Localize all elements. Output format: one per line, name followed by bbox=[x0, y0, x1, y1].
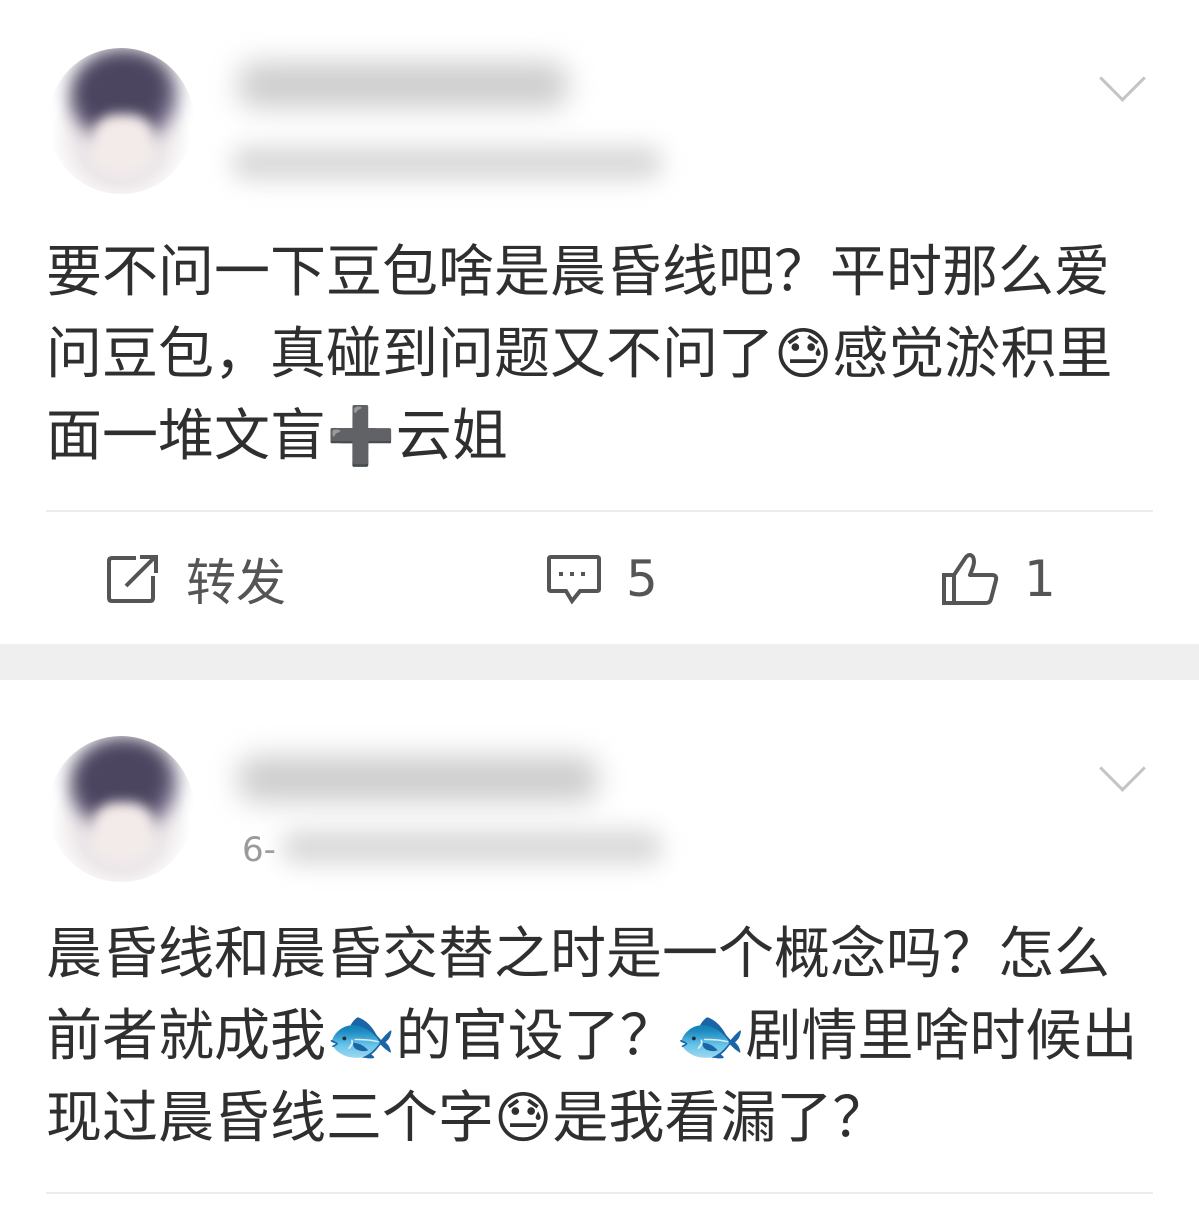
comment-count: 5 bbox=[626, 550, 658, 608]
avatar[interactable] bbox=[48, 48, 194, 194]
avatar[interactable] bbox=[48, 736, 194, 882]
username-blurred[interactable] bbox=[238, 756, 598, 802]
post-separator bbox=[0, 644, 1199, 680]
post-date: 6- bbox=[242, 830, 276, 870]
repost-icon bbox=[107, 555, 158, 603]
comment-button[interactable]: 5 bbox=[546, 548, 658, 610]
comment-icon bbox=[547, 555, 601, 605]
thumbs-up-icon bbox=[942, 553, 999, 605]
like-button[interactable]: 1 bbox=[940, 548, 1056, 610]
post-meta-blurred bbox=[282, 830, 662, 864]
post-card: 6- 晨昏线和晨昏交替之时是一个概念吗？怎么前者就成我🐟的官设了？🐟剧情里啥时候… bbox=[0, 680, 1199, 1227]
chevron-down-icon[interactable] bbox=[1099, 745, 1146, 792]
divider bbox=[46, 510, 1153, 512]
repost-button[interactable]: 转发 bbox=[106, 548, 286, 612]
post-card: 要不问一下豆包啥是晨昏线吧？平时那么爱问豆包，真碰到问题又不问了😓感觉淤积里面一… bbox=[0, 0, 1199, 644]
post-text: 要不问一下豆包啥是晨昏线吧？平时那么爱问豆包，真碰到问题又不问了😓感觉淤积里面一… bbox=[46, 240, 1113, 469]
like-count: 1 bbox=[1024, 550, 1056, 608]
repost-label: 转发 bbox=[186, 554, 286, 612]
divider bbox=[46, 1192, 1153, 1194]
chevron-down-icon[interactable] bbox=[1099, 55, 1146, 102]
post-meta-blurred bbox=[232, 146, 662, 180]
username-blurred[interactable] bbox=[238, 62, 568, 108]
post-text: 晨昏线和晨昏交替之时是一个概念吗？怎么前者就成我🐟的官设了？🐟剧情里啥时候出现过… bbox=[46, 922, 1138, 1151]
